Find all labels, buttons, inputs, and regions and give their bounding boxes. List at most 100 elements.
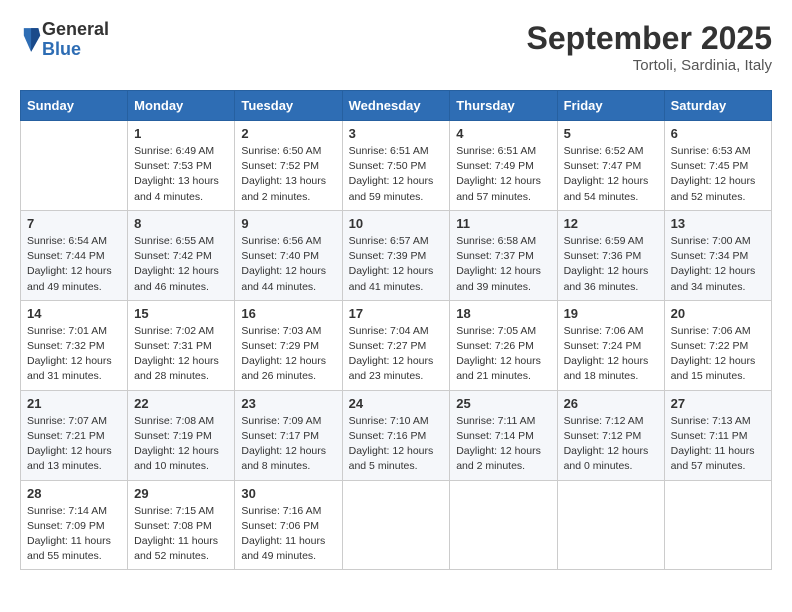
day-info: Sunrise: 6:52 AM Sunset: 7:47 PM Dayligh… (564, 144, 658, 205)
calendar-header-row: SundayMondayTuesdayWednesdayThursdayFrid… (21, 91, 772, 121)
page-header: General Blue September 2025 Tortoli, Sar… (20, 20, 772, 74)
day-info: Sunrise: 6:57 AM Sunset: 7:39 PM Dayligh… (349, 234, 444, 295)
calendar-cell: 4Sunrise: 6:51 AM Sunset: 7:49 PM Daylig… (450, 121, 557, 211)
day-number: 24 (349, 396, 444, 411)
calendar-cell (664, 480, 771, 570)
calendar-cell: 26 Sunrise: 7:12 AM Sunset: 7:12 PM Dayli… (557, 390, 664, 480)
calendar-cell: 16 Sunrise: 7:03 AM Sunset: 7:29 PM Dayli… (235, 300, 342, 390)
calendar-cell: 15Sunrise: 7:02 AM Sunset: 7:31 PM Dayli… (128, 300, 235, 390)
day-number: 21 (27, 396, 121, 411)
calendar-week-row: 1Sunrise: 6:49 AM Sunset: 7:53 PM Daylig… (21, 121, 772, 211)
day-info: Sunrise: 6:56 AM Sunset: 7:40 PM Dayligh… (241, 234, 335, 295)
calendar-cell: 28Sunrise: 7:14 AM Sunset: 7:09 PM Dayli… (21, 480, 128, 570)
calendar-cell: 3 Sunrise: 6:51 AM Sunset: 7:50 PM Daylig… (342, 121, 450, 211)
day-number: 13 (671, 216, 765, 231)
day-number: 28 (27, 486, 121, 501)
calendar-cell: 25 Sunrise: 7:11 AM Sunset: 7:14 PM Dayli… (450, 390, 557, 480)
logo-text: General Blue (42, 20, 109, 60)
title-section: September 2025 Tortoli, Sardinia, Italy (527, 20, 772, 74)
day-info: Sunrise: 7:02 AM Sunset: 7:31 PM Dayligh… (134, 324, 228, 385)
calendar-cell (21, 121, 128, 211)
day-info: Sunrise: 7:06 AM Sunset: 7:22 PM Dayligh… (671, 324, 765, 385)
day-info: Sunrise: 7:03 AM Sunset: 7:29 PM Dayligh… (241, 324, 335, 385)
day-number: 16 (241, 306, 335, 321)
day-number: 25 (456, 396, 550, 411)
calendar-cell: 8Sunrise: 6:55 AM Sunset: 7:42 PM Daylig… (128, 210, 235, 300)
day-number: 17 (349, 306, 444, 321)
day-number: 4 (456, 126, 550, 141)
calendar-cell (557, 480, 664, 570)
day-number: 22 (134, 396, 228, 411)
column-header-thursday: Thursday (450, 91, 557, 121)
day-number: 10 (349, 216, 444, 231)
calendar-cell: 19Sunrise: 7:06 AM Sunset: 7:24 PM Dayli… (557, 300, 664, 390)
calendar-cell: 22 Sunrise: 7:08 AM Sunset: 7:19 PM Dayli… (128, 390, 235, 480)
day-info: Sunrise: 7:13 AM Sunset: 7:11 PM Dayligh… (671, 414, 765, 475)
day-number: 14 (27, 306, 121, 321)
day-info: Sunrise: 6:50 AM Sunset: 7:52 PM Dayligh… (241, 144, 335, 205)
calendar-cell: 10 Sunrise: 6:57 AM Sunset: 7:39 PM Dayli… (342, 210, 450, 300)
calendar-cell: 18Sunrise: 7:05 AM Sunset: 7:26 PM Dayli… (450, 300, 557, 390)
calendar-cell: 14 Sunrise: 7:01 AM Sunset: 7:32 PM Dayli… (21, 300, 128, 390)
day-number: 27 (671, 396, 765, 411)
location-text: Tortoli, Sardinia, Italy (527, 57, 772, 74)
day-info: Sunrise: 6:51 AM Sunset: 7:50 PM Dayligh… (349, 144, 444, 205)
day-info: Sunrise: 6:59 AM Sunset: 7:36 PM Dayligh… (564, 234, 658, 295)
calendar-table: SundayMondayTuesdayWednesdayThursdayFrid… (20, 90, 772, 570)
calendar-cell: 7Sunrise: 6:54 AM Sunset: 7:44 PM Daylig… (21, 210, 128, 300)
day-info: Sunrise: 7:05 AM Sunset: 7:26 PM Dayligh… (456, 324, 550, 385)
day-number: 20 (671, 306, 765, 321)
day-number: 26 (564, 396, 658, 411)
day-number: 6 (671, 126, 765, 141)
day-info: Sunrise: 7:12 AM Sunset: 7:12 PM Dayligh… (564, 414, 658, 475)
calendar-cell: 5 Sunrise: 6:52 AM Sunset: 7:47 PM Daylig… (557, 121, 664, 211)
day-info: Sunrise: 7:16 AM Sunset: 7:06 PM Dayligh… (241, 504, 335, 565)
calendar-cell: 13 Sunrise: 7:00 AM Sunset: 7:34 PM Dayli… (664, 210, 771, 300)
day-number: 12 (564, 216, 658, 231)
calendar-cell: 20 Sunrise: 7:06 AM Sunset: 7:22 PM Dayli… (664, 300, 771, 390)
day-info: Sunrise: 7:15 AM Sunset: 7:08 PM Dayligh… (134, 504, 228, 565)
logo-icon (22, 26, 42, 54)
column-header-tuesday: Tuesday (235, 91, 342, 121)
logo: General Blue (20, 20, 109, 60)
day-info: Sunrise: 7:10 AM Sunset: 7:16 PM Dayligh… (349, 414, 444, 475)
day-number: 19 (564, 306, 658, 321)
day-info: Sunrise: 7:01 AM Sunset: 7:32 PM Dayligh… (27, 324, 121, 385)
calendar-week-row: 14 Sunrise: 7:01 AM Sunset: 7:32 PM Dayli… (21, 300, 772, 390)
logo-blue-text: Blue (42, 40, 109, 60)
day-number: 29 (134, 486, 228, 501)
day-info: Sunrise: 6:58 AM Sunset: 7:37 PM Dayligh… (456, 234, 550, 295)
calendar-cell (342, 480, 450, 570)
day-number: 2 (241, 126, 335, 141)
day-info: Sunrise: 7:04 AM Sunset: 7:27 PM Dayligh… (349, 324, 444, 385)
day-number: 11 (456, 216, 550, 231)
calendar-cell: 27 Sunrise: 7:13 AM Sunset: 7:11 PM Dayli… (664, 390, 771, 480)
day-number: 1 (134, 126, 228, 141)
calendar-cell (450, 480, 557, 570)
column-header-wednesday: Wednesday (342, 91, 450, 121)
column-header-friday: Friday (557, 91, 664, 121)
calendar-cell: 29 Sunrise: 7:15 AM Sunset: 7:08 PM Dayli… (128, 480, 235, 570)
calendar-cell: 21 Sunrise: 7:07 AM Sunset: 7:21 PM Dayli… (21, 390, 128, 480)
day-info: Sunrise: 7:11 AM Sunset: 7:14 PM Dayligh… (456, 414, 550, 475)
logo-general-text: General (42, 20, 109, 40)
calendar-cell: 1Sunrise: 6:49 AM Sunset: 7:53 PM Daylig… (128, 121, 235, 211)
day-info: Sunrise: 6:53 AM Sunset: 7:45 PM Dayligh… (671, 144, 765, 205)
day-number: 5 (564, 126, 658, 141)
day-info: Sunrise: 7:08 AM Sunset: 7:19 PM Dayligh… (134, 414, 228, 475)
day-info: Sunrise: 7:00 AM Sunset: 7:34 PM Dayligh… (671, 234, 765, 295)
day-number: 30 (241, 486, 335, 501)
column-header-monday: Monday (128, 91, 235, 121)
calendar-cell: 6 Sunrise: 6:53 AM Sunset: 7:45 PM Daylig… (664, 121, 771, 211)
day-number: 3 (349, 126, 444, 141)
day-info: Sunrise: 7:07 AM Sunset: 7:21 PM Dayligh… (27, 414, 121, 475)
calendar-cell: 11 Sunrise: 6:58 AM Sunset: 7:37 PM Dayli… (450, 210, 557, 300)
day-info: Sunrise: 7:09 AM Sunset: 7:17 PM Dayligh… (241, 414, 335, 475)
day-number: 9 (241, 216, 335, 231)
day-info: Sunrise: 6:55 AM Sunset: 7:42 PM Dayligh… (134, 234, 228, 295)
calendar-week-row: 28Sunrise: 7:14 AM Sunset: 7:09 PM Dayli… (21, 480, 772, 570)
calendar-week-row: 21 Sunrise: 7:07 AM Sunset: 7:21 PM Dayli… (21, 390, 772, 480)
column-header-sunday: Sunday (21, 91, 128, 121)
calendar-cell: 17 Sunrise: 7:04 AM Sunset: 7:27 PM Dayli… (342, 300, 450, 390)
calendar-cell: 24 Sunrise: 7:10 AM Sunset: 7:16 PM Dayli… (342, 390, 450, 480)
